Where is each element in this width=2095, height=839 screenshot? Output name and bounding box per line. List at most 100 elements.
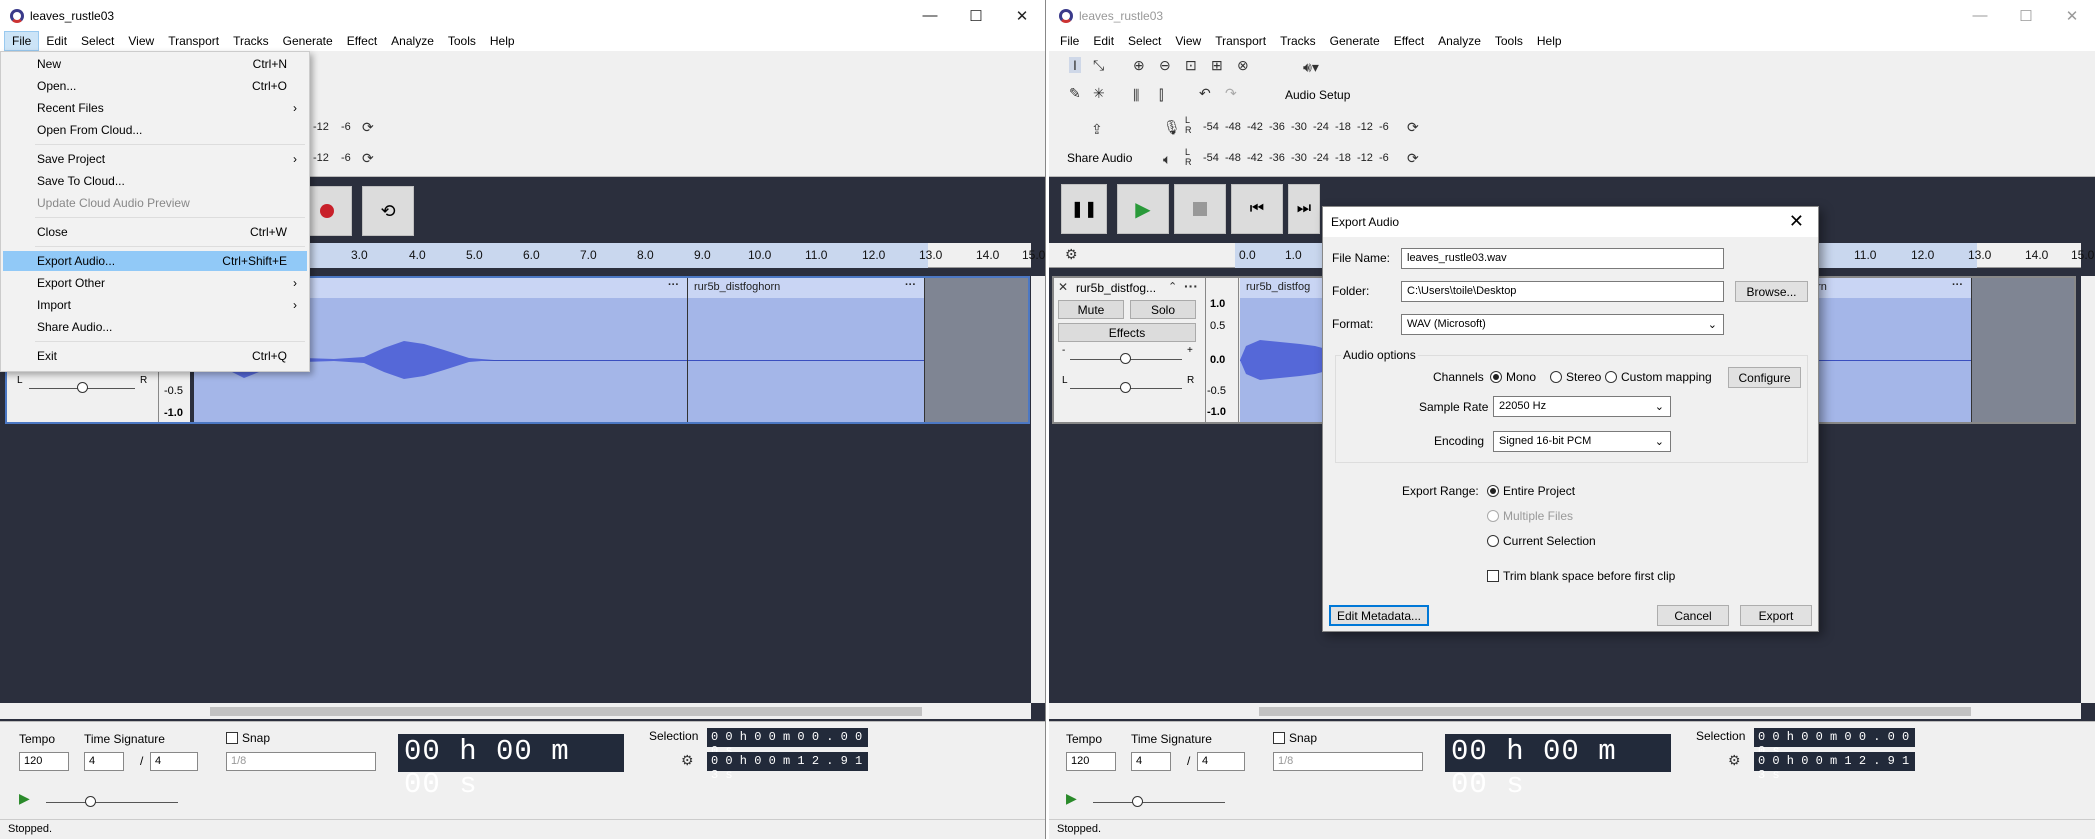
audio-clip[interactable]: rur5b_distfoghorn ···: [688, 278, 925, 422]
current-selection-radio[interactable]: Current Selection: [1487, 534, 1596, 548]
snap-checkbox[interactable]: Snap: [226, 731, 270, 745]
tempo-input[interactable]: 120: [19, 752, 69, 771]
draw-tool-icon[interactable]: ✎: [1069, 85, 1081, 102]
zoom-in-icon[interactable]: ⊕: [1133, 57, 1145, 74]
menu-edit[interactable]: Edit: [39, 32, 74, 50]
close-icon[interactable]: ✕: [999, 0, 1045, 31]
menu-analyze[interactable]: Analyze: [1431, 32, 1488, 50]
vertical-scrollbar[interactable]: [1031, 276, 1045, 703]
menu-tracks[interactable]: Tracks: [1273, 32, 1323, 50]
clip-header[interactable]: orn···: [1805, 278, 1971, 298]
clip-menu-icon[interactable]: ···: [1952, 279, 1963, 291]
multi-tool-icon[interactable]: ✳: [1093, 85, 1105, 102]
menu-select[interactable]: Select: [74, 32, 121, 50]
menu-analyze[interactable]: Analyze: [384, 32, 441, 50]
timeline-settings-icon[interactable]: ⚙: [1065, 246, 1078, 263]
menu-item-export-other[interactable]: Export Other ›: [3, 273, 307, 293]
clip-menu-icon[interactable]: ···: [905, 279, 916, 291]
time-signature-denominator[interactable]: 4: [1197, 752, 1245, 771]
custom-mapping-radio[interactable]: Custom mapping: [1605, 370, 1712, 384]
menu-tools[interactable]: Tools: [441, 32, 483, 50]
scrollbar-thumb[interactable]: [1259, 707, 1971, 716]
envelope-tool-icon[interactable]: ⤡: [1093, 57, 1104, 74]
play-speed-slider[interactable]: [85, 796, 96, 807]
audio-setup-button[interactable]: 🔊︎▾ Audio Setup: [1279, 55, 1357, 105]
play-at-speed-icon[interactable]: ▶: [1066, 790, 1077, 807]
scrollbar-thumb[interactable]: [210, 707, 922, 716]
gain-slider[interactable]: [1120, 353, 1131, 364]
silence-icon[interactable]: ⫿: [1159, 87, 1163, 104]
effects-button[interactable]: Effects: [1058, 323, 1196, 342]
maximize-icon[interactable]: ☐: [953, 0, 999, 31]
menu-transport[interactable]: Transport: [1208, 32, 1273, 50]
trim-blank-checkbox[interactable]: Trim blank space before first clip: [1487, 569, 1675, 583]
menu-help[interactable]: Help: [483, 32, 522, 50]
trim-icon[interactable]: ⫼: [1133, 87, 1139, 104]
configure-button[interactable]: Configure: [1728, 367, 1801, 388]
horizontal-scrollbar[interactable]: [0, 703, 1031, 719]
menu-item-save-to-cloud[interactable]: Save To Cloud...: [3, 171, 307, 191]
minimize-icon[interactable]: —: [1957, 0, 2003, 31]
menu-item-open-from-cloud[interactable]: Open From Cloud...: [3, 120, 307, 140]
redo-icon[interactable]: ↷: [1225, 85, 1237, 102]
mute-button[interactable]: Mute: [1058, 300, 1124, 319]
gear-icon[interactable]: ⚙: [681, 752, 694, 769]
menu-generate[interactable]: Generate: [1323, 32, 1387, 50]
time-signature-numerator[interactable]: 4: [84, 752, 124, 771]
menu-file[interactable]: File: [1053, 32, 1086, 50]
sample-rate-select[interactable]: 22050 Hz ⌄: [1493, 396, 1671, 417]
play-at-speed-icon[interactable]: ▶: [19, 790, 30, 807]
menu-view[interactable]: View: [1168, 32, 1208, 50]
skip-end-button[interactable]: ⏭︎: [1288, 184, 1320, 234]
selection-start[interactable]: 0 0 h 0 0 m 0 0 . 0 0 0 s: [1754, 728, 1915, 758]
skip-start-button[interactable]: ⏮︎: [1231, 184, 1283, 234]
audio-clip[interactable]: orn···: [1804, 278, 1972, 422]
menu-help[interactable]: Help: [1530, 32, 1569, 50]
menu-item-exit[interactable]: Exit Ctrl+Q: [3, 346, 307, 366]
collapse-icon[interactable]: ⌃: [1168, 280, 1177, 293]
microphone-icon[interactable]: 🎙︎: [1163, 119, 1181, 136]
selection-end[interactable]: 0 0 h 0 0 m 1 2 . 9 1 3 s: [1754, 752, 1915, 782]
minimize-icon[interactable]: —: [907, 0, 953, 31]
share-audio-button[interactable]: ⇪ Share Audio: [1061, 117, 1137, 169]
snap-checkbox[interactable]: Snap: [1273, 731, 1317, 745]
menu-file[interactable]: File: [4, 31, 40, 51]
close-icon[interactable]: ✕: [2049, 0, 2095, 31]
entire-project-radio[interactable]: Entire Project: [1487, 484, 1575, 498]
menu-effect[interactable]: Effect: [1387, 32, 1431, 50]
solo-button[interactable]: Solo: [1130, 300, 1196, 319]
stereo-radio[interactable]: Stereo: [1550, 370, 1601, 384]
zoom-out-icon[interactable]: ⊖: [1159, 57, 1171, 74]
menu-item-open[interactable]: Open... Ctrl+O: [3, 76, 307, 96]
speaker-icon[interactable]: 🔈︎: [1163, 151, 1171, 168]
menu-tools[interactable]: Tools: [1488, 32, 1530, 50]
fit-selection-icon[interactable]: ⊡: [1185, 57, 1197, 74]
maximize-icon[interactable]: ☐: [2003, 0, 2049, 31]
time-signature-denominator[interactable]: 4: [150, 752, 198, 771]
menu-item-new[interactable]: New Ctrl+N: [3, 54, 307, 74]
gear-icon[interactable]: ⚙: [1728, 752, 1741, 769]
meter-reset-icon[interactable]: ⟳: [362, 119, 374, 136]
loop-button[interactable]: ⟲: [362, 186, 414, 236]
clip-header[interactable]: rur5b_distfoghorn ···: [688, 278, 924, 298]
time-display[interactable]: 00 h 00 m 00 s: [398, 734, 624, 801]
folder-input[interactable]: C:\Users\toile\Desktop: [1401, 281, 1724, 302]
horizontal-scrollbar[interactable]: [1049, 703, 2081, 719]
menu-effect[interactable]: Effect: [340, 32, 384, 50]
menu-view[interactable]: View: [121, 32, 161, 50]
edit-metadata-button[interactable]: Edit Metadata...: [1329, 605, 1429, 626]
close-track-icon[interactable]: ✕: [1058, 280, 1068, 294]
export-button[interactable]: Export: [1740, 605, 1812, 626]
zoom-toggle-icon[interactable]: ⊗: [1237, 57, 1249, 74]
menu-tracks[interactable]: Tracks: [226, 32, 276, 50]
menu-item-import[interactable]: Import ›: [3, 295, 307, 315]
snap-select[interactable]: 1/8: [226, 752, 376, 771]
fit-project-icon[interactable]: ⊞: [1211, 57, 1223, 74]
menu-item-export-audio[interactable]: Export Audio... Ctrl+Shift+E: [3, 251, 307, 271]
meter-reset-icon[interactable]: ⟳: [1407, 119, 1419, 136]
selection-start[interactable]: 0 0 h 0 0 m 0 0 . 0 0 0 s: [707, 728, 868, 758]
clip-menu-icon[interactable]: ···: [668, 279, 679, 291]
pan-slider[interactable]: [1120, 382, 1131, 393]
play-speed-slider[interactable]: [1132, 796, 1143, 807]
menu-generate[interactable]: Generate: [276, 32, 340, 50]
